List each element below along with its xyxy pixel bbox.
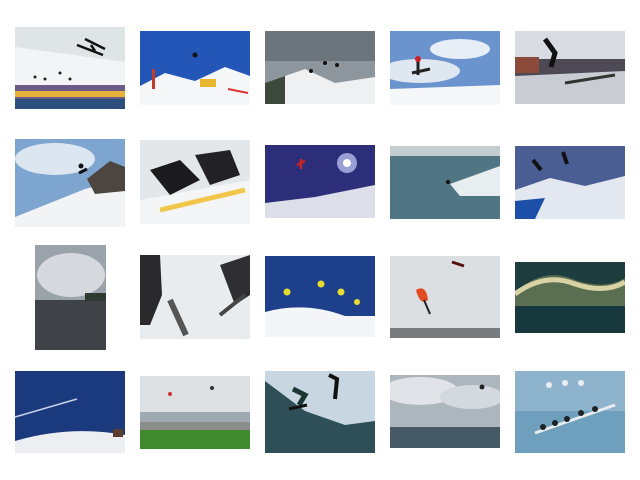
ocean-wave-photo-icon <box>515 262 625 333</box>
thumbnail-kite-jump[interactable] <box>390 256 500 338</box>
thumbnail-gallery <box>0 0 640 480</box>
thumbnail-beach-kites[interactable] <box>140 376 250 449</box>
thumbnail-kitesurfer[interactable] <box>390 146 500 219</box>
ski-jump-photo-icon <box>15 27 125 109</box>
three-jumpers-yellow-photo-icon <box>265 256 375 337</box>
thumbnail-freestyle-skier[interactable] <box>390 31 500 105</box>
thumbnail-skis-in-snow[interactable] <box>140 255 250 339</box>
thumbnail-ski-jump[interactable] <box>15 27 125 109</box>
thumbnail-three-jumpers[interactable] <box>265 256 375 337</box>
thumbnail-skier-night[interactable] <box>265 145 375 218</box>
snowboarder-silhouette-photo-icon <box>265 371 375 453</box>
lake-cloudy-sky-photo-icon <box>35 245 106 350</box>
snowboard-rail-photo-icon <box>515 31 625 104</box>
seabirds-on-posts-photo-icon <box>515 371 625 453</box>
kite-jump-beach-photo-icon <box>390 256 500 338</box>
thumbnail-seabirds[interactable] <box>515 371 625 453</box>
skier-night-sky-photo-icon <box>265 145 375 218</box>
beach-kites-photo-icon <box>140 376 250 449</box>
thumbnail-snowboard-cliff[interactable] <box>15 139 125 227</box>
thumbnail-ocean-wave[interactable] <box>515 262 625 333</box>
thumbnail-two-jumpers[interactable] <box>515 146 625 219</box>
snowboard-cliff-jump-photo-icon <box>15 139 125 227</box>
thumbnail-ski-park[interactable] <box>140 31 250 105</box>
thumbnail-snowboarder-silhouette[interactable] <box>265 371 375 453</box>
thumbnail-lake-clouds[interactable] <box>35 245 106 350</box>
snow-slope-jet-trail-photo-icon <box>15 371 125 453</box>
thumbnail-snowboard-boots[interactable] <box>140 140 250 224</box>
thumbnail-snowboard-rail[interactable] <box>515 31 625 104</box>
thumbnail-jet-trail[interactable] <box>15 371 125 453</box>
snowboard-boots-closeup-photo-icon <box>140 140 250 224</box>
thumbnail-snow-jumps[interactable] <box>265 31 375 104</box>
kitesurfer-sea-photo-icon <box>390 146 500 219</box>
skis-in-snow-photo-icon <box>140 255 250 339</box>
kitesurf-sea-clouds-photo-icon <box>390 375 500 448</box>
two-jumpers-mountain-photo-icon <box>515 146 625 219</box>
freestyle-skier-photo-icon <box>390 31 500 105</box>
snow-jumps-cloudy-photo-icon <box>265 31 375 104</box>
ski-park-blue-sky-photo-icon <box>140 31 250 105</box>
thumbnail-kitesurf-clouds[interactable] <box>390 375 500 448</box>
